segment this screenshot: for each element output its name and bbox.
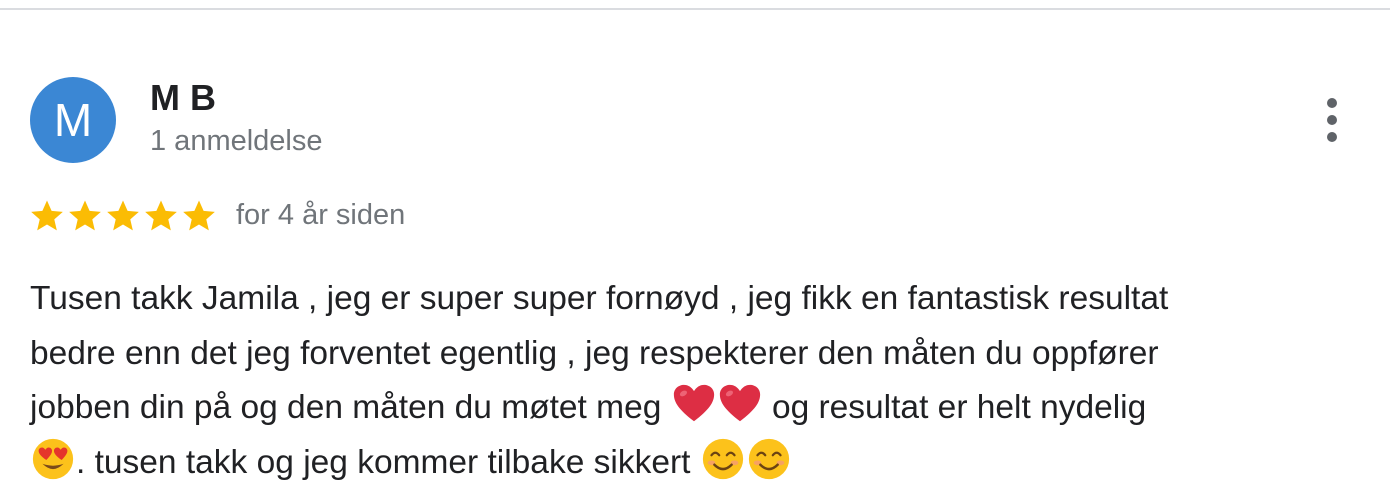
review-text-segment: . tusen takk og jeg kommer tilbake sikke… (76, 444, 700, 481)
avatar[interactable]: M (30, 77, 116, 163)
star-icon (142, 197, 180, 235)
review-count: 1 anmeldelse (150, 124, 323, 158)
star-icon (66, 197, 104, 235)
star-icon (28, 197, 66, 235)
review-text-line: . tusen takk og jeg kommer tilbake sikke… (30, 436, 1350, 490)
smiling-face-icon (746, 436, 792, 482)
review-text-segment: jobben din på og den måten du møtet meg (30, 389, 671, 426)
review-text-line: jobben din på og den måten du møtet meg … (30, 381, 1350, 436)
heart-eyes-face-icon (30, 436, 76, 482)
red-heart-icon (717, 381, 763, 427)
review-text-segment: og resultat er helt nydelig (763, 389, 1147, 426)
review-text-line: bedre enn det jeg forventet egentlig , j… (30, 327, 1350, 382)
reviewer-name[interactable]: M B (150, 78, 216, 118)
review-timestamp: for 4 år siden (236, 198, 405, 232)
top-divider (0, 8, 1390, 10)
star-icon (104, 197, 142, 235)
review-text-line: Tusen takk Jamila , jeg er super super f… (30, 272, 1350, 327)
more-options-button[interactable] (1310, 96, 1354, 144)
red-heart-icon (671, 381, 717, 427)
star-icon (180, 197, 218, 235)
review-text: Tusen takk Jamila , jeg er super super f… (30, 272, 1350, 490)
star-rating (28, 196, 218, 236)
smiling-face-icon (700, 436, 746, 482)
